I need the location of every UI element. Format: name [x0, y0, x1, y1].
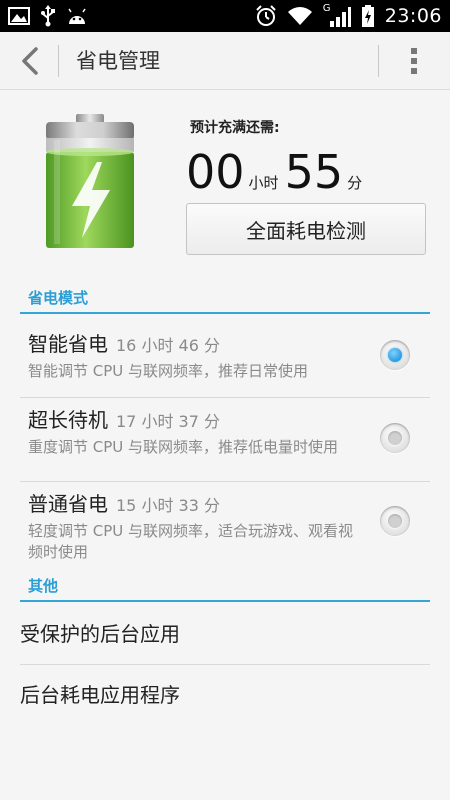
mode-duration: 17 小时 37 分: [116, 412, 220, 431]
mode-duration: 16 小时 46 分: [116, 336, 220, 355]
charge-time-readout: 00 小时 55 分: [186, 145, 368, 205]
section-header-power-modes: 省电模式: [20, 286, 430, 314]
mode-row-long-standby[interactable]: 超长待机 17 小时 37 分 重度调节 CPU 与联网频率，推荐低电量时使用: [20, 398, 430, 480]
battery-charging-icon: [361, 5, 374, 27]
protected-background-apps-item[interactable]: 受保护的后台应用: [20, 605, 430, 663]
overflow-menu-icon: [411, 48, 417, 74]
back-button[interactable]: [10, 41, 50, 81]
mode-row-normal[interactable]: 普通省电 15 小时 33 分 轻度调节 CPU 与联网频率，适合玩游戏、观看视频…: [20, 482, 430, 564]
mode-name: 普通省电: [28, 492, 108, 516]
overflow-menu-button[interactable]: [394, 41, 434, 81]
background-power-apps-item[interactable]: 后台耗电应用程序: [20, 665, 430, 725]
hours-value: 00: [186, 145, 245, 199]
header-divider: [378, 45, 379, 77]
mode-name: 超长待机: [28, 408, 108, 432]
chevron-left-icon: [22, 47, 38, 75]
system-icons: G 23:06: [255, 0, 442, 32]
mode-radio-smart[interactable]: [380, 340, 410, 370]
minutes-unit: 分: [347, 174, 363, 192]
app-header: 省电管理: [0, 32, 450, 90]
page-title: 省电管理: [76, 49, 160, 73]
notification-icons: [8, 5, 88, 27]
mode-row-smart[interactable]: 智能省电 16 小时 46 分 智能调节 CPU 与联网频率，推荐日常使用: [20, 322, 430, 396]
mode-description: 轻度调节 CPU 与联网频率，适合玩游戏、观看视频时使用: [28, 522, 354, 561]
mode-description: 重度调节 CPU 与联网频率，推荐低电量时使用: [28, 438, 339, 456]
mode-name: 智能省电: [28, 332, 108, 356]
section-header-other: 其他: [20, 574, 430, 602]
header-divider: [58, 45, 59, 77]
android-icon: [68, 8, 86, 24]
full-power-check-button[interactable]: 全面耗电检测: [186, 203, 426, 255]
minutes-value: 55: [284, 145, 344, 199]
estimate-label: 预计充满还需:: [190, 120, 280, 136]
network-type-label: G: [322, 3, 331, 14]
alarm-icon: [256, 5, 276, 26]
mode-duration: 15 小时 33 分: [116, 496, 220, 515]
status-bar: G 23:06: [0, 0, 450, 32]
mode-radio-normal[interactable]: [380, 506, 410, 536]
signal-icon: [329, 7, 351, 27]
battery-charging-large-icon: [46, 114, 134, 248]
usb-icon: [41, 5, 55, 27]
hours-unit: 小时: [248, 174, 279, 192]
image-icon: [8, 7, 30, 25]
status-clock: 23:06: [384, 5, 442, 27]
mode-radio-long-standby[interactable]: [380, 423, 410, 453]
wifi-icon: [287, 7, 312, 25]
mode-description: 智能调节 CPU 与联网频率，推荐日常使用: [28, 362, 309, 380]
